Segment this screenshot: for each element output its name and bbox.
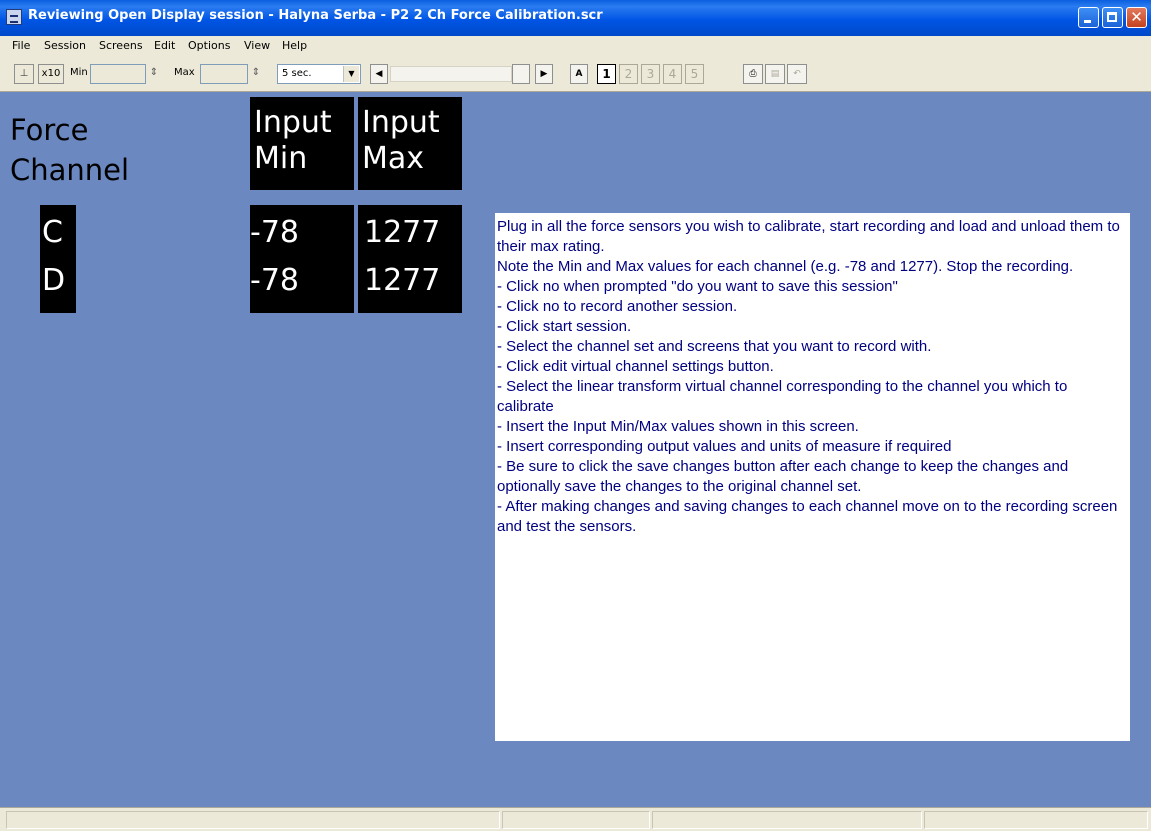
menu-screens[interactable]: Screens — [99, 39, 143, 52]
scroll-left-button[interactable]: ◀ — [370, 64, 388, 84]
screen-4-label: 4 — [668, 67, 677, 81]
input-max-header-line1: Input — [362, 105, 440, 140]
channel-d-max: 1277 — [364, 263, 441, 298]
input-min-header-line1: Input — [254, 105, 332, 140]
menu-bar: File Session Screens Edit Options View H… — [0, 36, 1151, 56]
instruction-line: - After making changes and saving change… — [497, 498, 1122, 535]
timebase-select[interactable]: 5 sec. ▼ — [277, 64, 361, 84]
scroll-thumb[interactable] — [512, 64, 530, 84]
input-max-header-line2: Max — [362, 141, 425, 176]
screen-1-label: 1 — [602, 67, 611, 81]
axis-icon: ⊥ — [19, 68, 29, 79]
undo-button[interactable]: ↶ — [787, 64, 807, 84]
screen-3-label: 3 — [646, 67, 655, 81]
app-icon[interactable] — [6, 9, 22, 25]
channel-c: C — [42, 215, 63, 250]
instructions-panel: Plug in all the force sensors you wish t… — [495, 213, 1130, 741]
font-button[interactable]: A — [570, 64, 588, 84]
menu-session[interactable]: Session — [44, 39, 86, 52]
status-panel — [6, 811, 500, 829]
instruction-line: Note the Min and Max values for each cha… — [497, 258, 1074, 275]
force-channel-heading: Force Channel — [10, 110, 129, 190]
scroll-right-button[interactable]: ▶ — [535, 64, 553, 84]
maximize-button[interactable] — [1102, 7, 1123, 28]
menu-options[interactable]: Options — [188, 39, 230, 52]
min-label: Min — [70, 67, 88, 78]
minimize-icon — [1084, 20, 1091, 23]
instruction-line: - Click no to record another session. — [497, 298, 738, 315]
min-input[interactable] — [90, 64, 146, 84]
instruction-line: - Click start session. — [497, 318, 632, 335]
zoom-x10-button[interactable]: x10 — [38, 64, 64, 84]
instruction-line: - Select the channel set and screens tha… — [497, 338, 932, 355]
toolbar: ⊥ x10 Min ⇕ Max ⇕ 5 sec. ▼ ◀ ▶ A 1 2 3 4… — [0, 56, 1151, 92]
instruction-line: Plug in all the force sensors you wish t… — [497, 218, 1125, 255]
chevron-down-icon[interactable]: ▼ — [343, 66, 359, 82]
screen-2-label: 2 — [624, 67, 633, 81]
input-min-header: Input Min — [250, 97, 354, 190]
status-panel — [924, 811, 1148, 829]
instruction-line: - Click edit virtual channel settings bu… — [497, 358, 774, 375]
font-label: A — [575, 69, 583, 79]
close-icon: ✕ — [1130, 8, 1143, 26]
zoom-x10-label: x10 — [41, 68, 61, 79]
channel-d: D — [42, 263, 66, 298]
arrow-right-icon: ▶ — [540, 69, 548, 79]
max-label: Max — [174, 67, 195, 78]
screen-1-button[interactable]: 1 — [597, 64, 616, 84]
instruction-line: - Insert corresponding output values and… — [497, 438, 952, 455]
heading-line-1: Force — [10, 113, 89, 147]
arrow-left-icon: ◀ — [375, 69, 383, 79]
menu-view[interactable]: View — [244, 39, 270, 52]
channel-c-min: -78 — [250, 215, 299, 250]
input-max-header: Input Max — [358, 97, 462, 190]
heading-line-2: Channel — [10, 153, 130, 187]
status-panel — [502, 811, 650, 829]
time-scrollbar-track[interactable] — [390, 66, 512, 82]
screen-3-button[interactable]: 3 — [641, 64, 660, 84]
undo-icon: ↶ — [793, 69, 801, 79]
instruction-line: - Insert the Input Min/Max values shown … — [497, 418, 859, 435]
instruction-line: - Be sure to click the save changes butt… — [497, 458, 1073, 495]
screen-5-label: 5 — [690, 67, 699, 81]
page-button[interactable]: ▤ — [765, 64, 785, 84]
screen-4-button[interactable]: 4 — [663, 64, 682, 84]
input-min-column: -78 -78 — [250, 205, 354, 313]
window-title: Reviewing Open Display session - Halyna … — [28, 8, 603, 23]
printer-icon: ⎙ — [749, 69, 757, 79]
max-spinner[interactable]: ⇕ — [248, 64, 264, 84]
screen-5-button[interactable]: 5 — [685, 64, 704, 84]
screen-2-button[interactable]: 2 — [619, 64, 638, 84]
axis-button[interactable]: ⊥ — [14, 64, 34, 84]
print-button[interactable]: ⎙ — [743, 64, 763, 84]
instruction-line: - Click no when prompted "do you want to… — [497, 278, 898, 295]
title-bar[interactable]: Reviewing Open Display session - Halyna … — [0, 0, 1151, 36]
menu-help[interactable]: Help — [282, 39, 307, 52]
input-min-header-line2: Min — [254, 141, 308, 176]
status-panel — [652, 811, 922, 829]
channel-c-max: 1277 — [364, 215, 441, 250]
input-max-column: 1277 1277 — [358, 205, 462, 313]
timebase-value: 5 sec. — [282, 68, 312, 79]
instruction-line: - Select the linear transform virtual ch… — [497, 378, 1072, 415]
maximize-icon — [1107, 12, 1117, 22]
close-button[interactable]: ✕ — [1126, 7, 1147, 28]
minimize-button[interactable] — [1078, 7, 1099, 28]
app-window: Reviewing Open Display session - Halyna … — [0, 0, 1151, 831]
max-input[interactable] — [200, 64, 248, 84]
min-spinner[interactable]: ⇕ — [146, 64, 162, 84]
status-bar — [0, 807, 1151, 831]
menu-file[interactable]: File — [12, 39, 30, 52]
channel-column: C D — [40, 205, 76, 313]
page-icon: ▤ — [770, 69, 780, 79]
channel-d-min: -78 — [250, 263, 299, 298]
menu-edit[interactable]: Edit — [154, 39, 175, 52]
